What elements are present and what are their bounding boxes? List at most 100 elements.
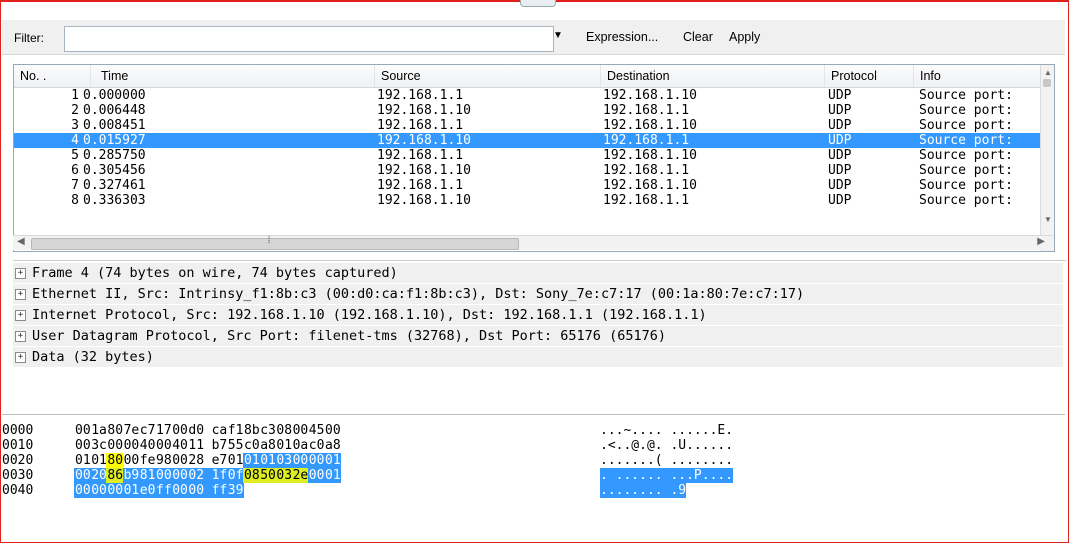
hex-byte[interactable]: 00 — [106, 483, 124, 498]
hex-byte[interactable]: 00 — [74, 438, 91, 453]
hex-byte[interactable]: 00 — [155, 438, 172, 453]
hex-byte[interactable]: 40 — [171, 438, 188, 453]
hex-byte[interactable]: 00 — [74, 483, 92, 498]
packet-row[interactable]: 3 0.008451 192.168.1.1 192.168.1.10 UDP Sourc… — [14, 118, 1041, 133]
hex-byte[interactable]: 03 — [275, 468, 293, 483]
detail-frame[interactable]: + Frame 4 (74 bytes on wire, 74 bytes cap… — [13, 263, 1063, 283]
hex-byte[interactable]: ff — [210, 483, 228, 498]
scroll-thumb[interactable] — [31, 238, 519, 250]
detail-udp[interactable]: + User Datagram Protocol, Src Port: filen… — [13, 326, 1063, 346]
hex-ascii[interactable]: .<..@.@. .U...... — [600, 438, 733, 453]
hex-byte[interactable]: 45 — [308, 423, 325, 438]
column-source[interactable]: Source — [375, 65, 601, 87]
hex-byte[interactable]: 81 — [138, 468, 156, 483]
hex-byte[interactable]: b9 — [122, 468, 140, 483]
hex-byte[interactable]: 3c — [90, 438, 107, 453]
packet-row[interactable]: 5 0.285750 192.168.1.1 192.168.1.10 UDP Sourc… — [14, 148, 1041, 163]
hex-byte[interactable]: 02 — [187, 468, 213, 483]
detail-data[interactable]: + Data (32 bytes) — [13, 347, 1063, 367]
hex-byte[interactable]: 00 — [307, 453, 325, 468]
hex-byte[interactable]: 00 — [123, 453, 140, 468]
hex-byte[interactable]: a8 — [259, 438, 276, 453]
hex-ascii[interactable]: . ...... ...P.... — [600, 468, 734, 483]
hex-byte[interactable]: 0f — [226, 468, 244, 483]
hex-byte[interactable]: c3 — [259, 423, 276, 438]
hex-byte[interactable]: f1 — [227, 423, 244, 438]
hex-byte[interactable]: 00 — [171, 423, 188, 438]
hex-byte[interactable]: 00 — [187, 483, 213, 498]
filter-input[interactable] — [64, 26, 554, 52]
hex-byte[interactable]: 00 — [324, 423, 341, 438]
scroll-left-arrow-icon[interactable]: ◀ — [17, 236, 25, 247]
hex-byte[interactable]: 00 — [106, 438, 123, 453]
hex-byte[interactable]: 01 — [227, 453, 244, 468]
hex-byte[interactable]: 01 — [74, 453, 91, 468]
hex-byte[interactable]: 00 — [74, 468, 92, 483]
packet-row[interactable]: 8 0.336303 192.168.1.10 192.168.1.1 UDP Sourc… — [14, 193, 1041, 208]
hex-byte[interactable]: 01 — [275, 438, 292, 453]
hex-byte[interactable]: a8 — [324, 438, 341, 453]
hex-byte[interactable]: c7 — [139, 423, 156, 438]
hex-byte[interactable]: 7e — [123, 423, 140, 438]
hex-byte[interactable]: e7 — [211, 453, 228, 468]
scroll-down-arrow-icon[interactable]: ▼ — [1044, 215, 1052, 224]
hex-byte[interactable]: 00 — [90, 483, 108, 498]
hex-byte[interactable]: 01 — [259, 453, 277, 468]
detail-ip[interactable]: + Internet Protocol, Src: 192.168.1.10 (1… — [13, 305, 1063, 325]
hex-byte[interactable]: c0 — [308, 438, 325, 453]
hex-byte[interactable]: 11 — [187, 438, 204, 453]
hex-byte[interactable]: 01 — [243, 453, 261, 468]
hex-byte[interactable]: ff — [155, 483, 173, 498]
packet-row[interactable]: 7 0.327461 192.168.1.1 192.168.1.10 UDP Sourc… — [14, 178, 1041, 193]
expand-icon[interactable]: + — [15, 288, 26, 300]
hex-byte[interactable]: 01 — [324, 468, 342, 483]
hex-byte[interactable]: 55 — [227, 438, 244, 453]
filter-dropdown-arrow-icon[interactable]: ▼ — [553, 30, 563, 41]
hex-byte[interactable]: 08 — [243, 468, 261, 483]
hex-byte[interactable]: 00 — [155, 468, 173, 483]
column-protocol[interactable]: Protocol — [825, 65, 914, 87]
hex-byte[interactable]: 00 — [171, 468, 189, 483]
hex-byte[interactable]: fe — [139, 453, 156, 468]
hex-byte[interactable]: 01 — [90, 453, 107, 468]
hex-byte[interactable]: b7 — [211, 438, 228, 453]
expand-icon[interactable]: + — [15, 330, 26, 342]
expand-icon[interactable]: + — [15, 351, 26, 363]
hex-byte[interactable]: 86 — [106, 468, 124, 483]
hex-byte[interactable]: 00 — [74, 423, 91, 438]
pane-splitter-handle[interactable] — [520, 0, 556, 7]
scroll-right-arrow-icon[interactable]: ▶ — [1037, 236, 1045, 247]
packet-list-horizontal-scrollbar[interactable]: ◀ ⦙ ▶ — [13, 235, 1053, 250]
hex-byte[interactable]: e0 — [138, 483, 156, 498]
scroll-up-arrow-icon[interactable]: ▲ — [1044, 68, 1052, 77]
hex-byte[interactable]: 80 — [106, 453, 124, 468]
hex-byte[interactable]: 20 — [90, 468, 108, 483]
hex-byte[interactable]: 0a — [292, 438, 309, 453]
hex-byte[interactable]: 1f — [210, 468, 228, 483]
hex-byte[interactable]: 00 — [307, 468, 325, 483]
packet-list-vertical-scrollbar[interactable]: ▲ ▼ — [1040, 65, 1054, 251]
hex-byte[interactable]: 00 — [292, 423, 309, 438]
detail-ethernet[interactable]: + Ethernet II, Src: Intrinsy_f1:8b:c3 (00… — [13, 284, 1063, 304]
expand-icon[interactable]: + — [15, 309, 26, 321]
hex-byte[interactable]: 17 — [155, 423, 172, 438]
hex-byte[interactable]: 01 — [324, 453, 342, 468]
expression-button[interactable]: Expression... — [586, 30, 658, 44]
hex-byte[interactable]: 01 — [122, 483, 140, 498]
packet-row[interactable]: 4 0.015927 192.168.1.10 192.168.1.1 UDP Sourc… — [14, 133, 1041, 148]
hex-ascii[interactable]: .......( ........ — [600, 453, 733, 468]
hex-byte[interactable]: 2e — [291, 468, 309, 483]
packet-row[interactable]: 1 0.000000 192.168.1.1 192.168.1.10 UDP Sourc… — [14, 88, 1041, 103]
hex-byte[interactable]: 50 — [259, 468, 277, 483]
apply-button[interactable]: Apply — [729, 30, 760, 44]
hex-byte[interactable]: c0 — [243, 438, 260, 453]
hex-byte[interactable]: 00 — [171, 453, 188, 468]
column-destination[interactable]: Destination — [601, 65, 825, 87]
hex-ascii[interactable]: ...~.... ......E. — [600, 423, 733, 438]
packet-row[interactable]: 6 0.305456 192.168.1.10 192.168.1.1 UDP Sourc… — [14, 163, 1041, 178]
hex-byte[interactable]: ca — [211, 423, 228, 438]
expand-icon[interactable]: + — [15, 267, 26, 279]
hex-byte[interactable]: 8b — [243, 423, 260, 438]
hex-byte[interactable]: 00 — [171, 483, 189, 498]
hex-byte[interactable]: 00 — [291, 453, 309, 468]
